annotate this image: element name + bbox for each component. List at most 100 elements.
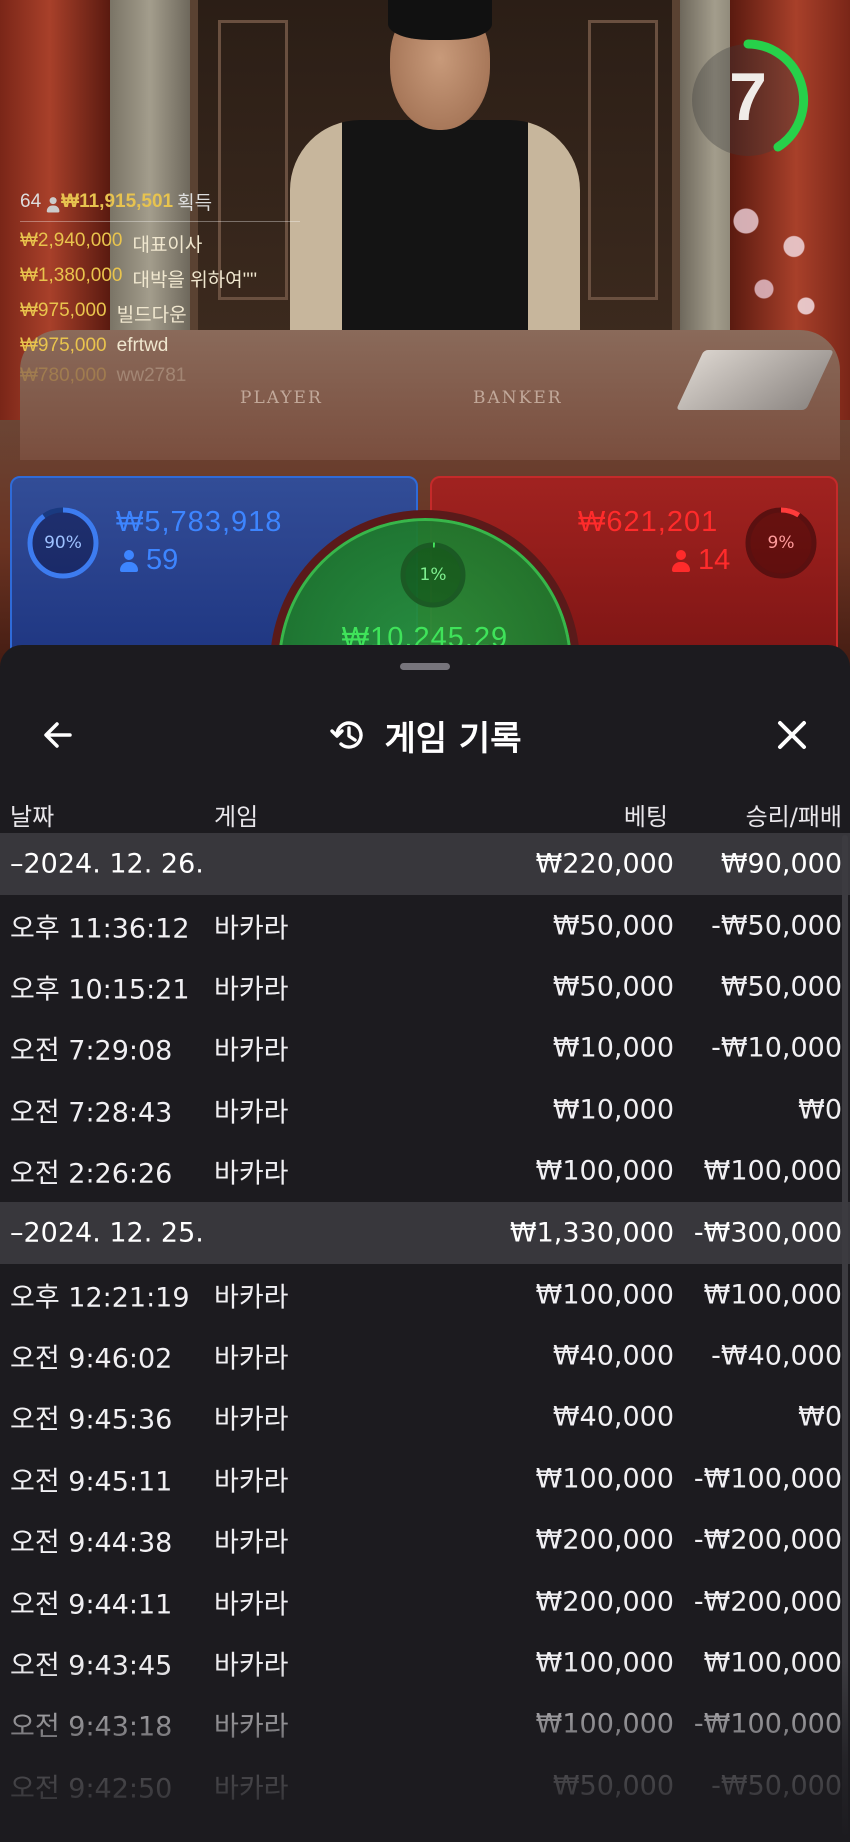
row-game: 바카라 xyxy=(214,1650,289,1682)
entry-amount: ₩975,000 xyxy=(20,335,107,356)
entry-name: 대박을 위하여'''' xyxy=(132,270,258,291)
leaderboard-entry: ₩975,000 빌드다운 xyxy=(20,300,300,327)
history-row[interactable]: 오전 2:26:26 바카라 ₩100,000 ₩100,000 xyxy=(0,1141,850,1202)
row-result: ₩0 xyxy=(798,1094,842,1126)
row-bet: ₩10,000 xyxy=(552,1094,674,1126)
row-result: -₩100,000 xyxy=(693,1708,842,1740)
row-game: 바카라 xyxy=(214,1343,289,1375)
column-date[interactable]: 날짜 xyxy=(10,797,54,832)
row-time: 오전 7:29:08 xyxy=(10,1035,173,1067)
row-time: 오전 9:42:50 xyxy=(10,1773,173,1805)
row-bet: ₩10,000 xyxy=(552,1032,674,1064)
row-time: 오전 9:43:18 xyxy=(10,1711,173,1743)
history-list: –2024. 12. 26. ₩220,000 ₩90,000 오후 11:36… xyxy=(0,833,850,1816)
dealer-body xyxy=(290,120,580,360)
history-row[interactable]: 오전 7:28:43 바카라 ₩10,000 ₩0 xyxy=(0,1079,850,1140)
history-row[interactable]: 오전 9:43:18 바카라 ₩100,000 -₩100,000 xyxy=(0,1694,850,1755)
row-result: ₩100,000 xyxy=(703,1647,842,1679)
row-game: 바카라 xyxy=(214,1035,289,1067)
row-time: 오전 9:45:36 xyxy=(10,1404,173,1436)
leaderboard-entry: ₩2,940,000 대표이사 xyxy=(20,230,300,257)
entry-name: ww2781 xyxy=(116,365,187,386)
entry-name: 빌드다운 xyxy=(116,305,187,326)
row-result: -₩50,000 xyxy=(711,1770,842,1802)
history-row[interactable]: 오전 9:43:45 바카라 ₩100,000 ₩100,000 xyxy=(0,1632,850,1693)
history-row[interactable]: 오후 11:36:12 바카라 ₩50,000 -₩50,000 xyxy=(0,895,850,956)
history-row[interactable]: 오전 9:45:36 바카라 ₩40,000 ₩0 xyxy=(0,1387,850,1448)
row-result: ₩100,000 xyxy=(703,1279,842,1311)
history-column-headers: 날짜 게임 베팅 승리/패배 xyxy=(0,785,850,840)
row-game: 바카라 xyxy=(214,1527,289,1559)
history-row[interactable]: 오전 9:45:11 바카라 ₩100,000 -₩100,000 xyxy=(0,1448,850,1509)
entry-amount: ₩780,000 xyxy=(20,365,107,386)
leaderboard-total: ₩11,915,501 xyxy=(61,190,174,212)
player-bettors: 59 xyxy=(120,544,178,577)
row-time: 오후 11:36:12 xyxy=(10,913,190,945)
winners-leaderboard: 64 ₩11,915,501 획득 ₩2,940,000 대표이사 ₩1,380… xyxy=(20,188,300,387)
row-time: 오전 9:43:45 xyxy=(10,1650,173,1682)
sheet-drag-handle[interactable] xyxy=(400,663,450,670)
back-button[interactable] xyxy=(30,707,86,763)
close-icon xyxy=(778,721,806,749)
history-row[interactable]: 오전 9:46:02 바카라 ₩40,000 -₩40,000 xyxy=(0,1325,850,1386)
arrow-left-icon xyxy=(44,722,72,748)
history-row[interactable]: 오후 10:15:21 바카라 ₩50,000 ₩50,000 xyxy=(0,956,850,1017)
row-time: 오전 7:28:43 xyxy=(10,1097,173,1129)
player-bet-amount: ₩5,783,918 xyxy=(116,506,283,538)
person-icon xyxy=(672,549,690,572)
entry-amount: ₩975,000 xyxy=(20,300,107,321)
row-time: 오전 2:26:26 xyxy=(10,1158,173,1190)
row-game: 바카라 xyxy=(214,1711,289,1743)
group-date: –2024. 12. 26. xyxy=(10,848,204,880)
column-result[interactable]: 승리/패배 xyxy=(746,797,842,832)
row-result: -₩50,000 xyxy=(711,910,842,942)
banker-percent: 9% xyxy=(767,533,795,553)
history-row[interactable]: 오후 12:21:19 바카라 ₩100,000 ₩100,000 xyxy=(0,1264,850,1325)
group-date: –2024. 12. 25. xyxy=(10,1217,204,1249)
row-bet: ₩50,000 xyxy=(552,971,674,1003)
group-bet-total: ₩220,000 xyxy=(535,848,674,880)
banker-bet-amount: ₩621,201 xyxy=(578,506,719,538)
player-percent-ring: 90% xyxy=(26,506,100,580)
column-game[interactable]: 게임 xyxy=(214,797,258,832)
row-game: 바카라 xyxy=(214,974,289,1006)
row-result: ₩100,000 xyxy=(703,1155,842,1187)
row-bet: ₩50,000 xyxy=(552,1770,674,1802)
row-bet: ₩40,000 xyxy=(552,1401,674,1433)
countdown-timer: 7 xyxy=(688,30,822,164)
history-row[interactable]: 오전 9:44:38 바카라 ₩200,000 -₩200,000 xyxy=(0,1510,850,1571)
leaderboard-suffix: 획득 xyxy=(177,193,213,214)
felt-banker-label: BANKER xyxy=(473,388,563,408)
row-bet: ₩100,000 xyxy=(535,1155,674,1187)
person-icon xyxy=(120,549,138,572)
row-game: 바카라 xyxy=(214,1466,289,1498)
tie-percent: 1% xyxy=(419,565,447,585)
entry-name: 대표이사 xyxy=(132,235,203,256)
row-result: -₩10,000 xyxy=(711,1032,842,1064)
leaderboard-entry: ₩780,000 ww2781 xyxy=(20,365,300,387)
entry-amount: ₩2,940,000 xyxy=(20,230,123,251)
history-row[interactable]: 오전 9:42:50 바카라 ₩50,000 -₩50,000 xyxy=(0,1755,850,1816)
row-bet: ₩100,000 xyxy=(535,1708,674,1740)
history-row[interactable]: 오전 7:29:08 바카라 ₩10,000 -₩10,000 xyxy=(0,1018,850,1079)
sheet-title: 게임 기록 xyxy=(384,718,522,759)
row-time: 오후 10:15:21 xyxy=(10,974,190,1006)
row-bet: ₩200,000 xyxy=(535,1524,674,1556)
sheet-header: 게임 기록 xyxy=(0,685,850,785)
person-icon xyxy=(46,196,60,212)
dealer-hair xyxy=(388,0,492,40)
history-scrollbar[interactable] xyxy=(842,835,848,1835)
close-button[interactable] xyxy=(764,707,820,763)
row-game: 바카라 xyxy=(214,1282,289,1314)
player-bettors-count: 59 xyxy=(146,544,179,576)
row-time: 오전 9:44:38 xyxy=(10,1527,173,1559)
leaderboard-entry: ₩975,000 efrtwd xyxy=(20,335,300,357)
date-group-row[interactable]: –2024. 12. 26. ₩220,000 ₩90,000 xyxy=(0,833,850,895)
group-result-total: -₩300,000 xyxy=(693,1217,842,1249)
history-row[interactable]: 오전 9:44:11 바카라 ₩200,000 -₩200,000 xyxy=(0,1571,850,1632)
date-group-row[interactable]: –2024. 12. 25. ₩1,330,000 -₩300,000 xyxy=(0,1201,850,1264)
row-time: 오전 9:44:11 xyxy=(10,1589,173,1621)
banker-percent-ring: 9% xyxy=(744,506,818,580)
row-result: -₩100,000 xyxy=(693,1463,842,1495)
column-bet[interactable]: 베팅 xyxy=(624,797,668,832)
